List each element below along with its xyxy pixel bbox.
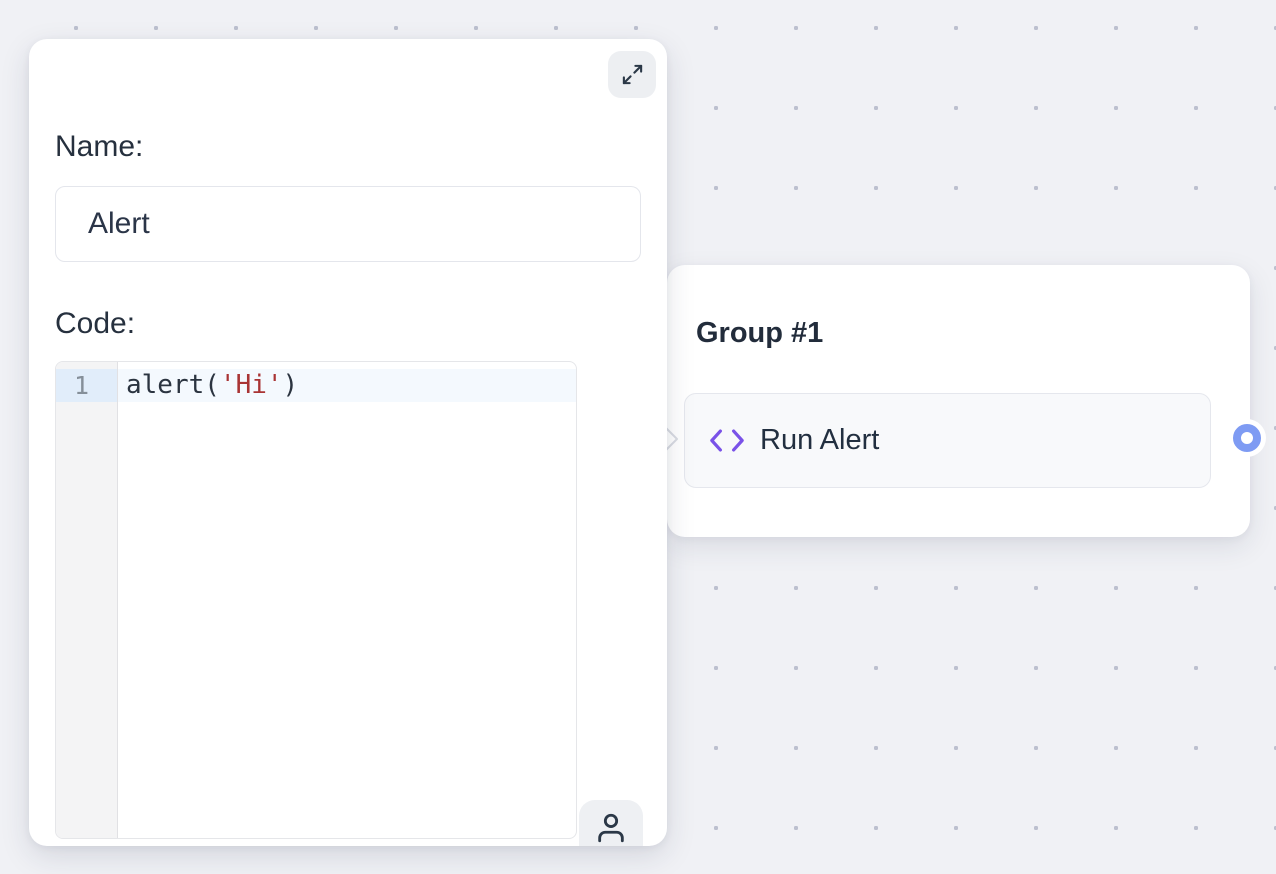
editor-gutter: 1 <box>56 362 118 838</box>
group-title: Group #1 <box>696 316 823 350</box>
code-token-function: alert( <box>126 370 220 400</box>
properties-panel: Name: Code: 1 alert('Hi') <box>29 39 667 846</box>
name-input[interactable] <box>55 186 641 262</box>
code-token-string: 'Hi' <box>220 370 283 400</box>
editor-code-area[interactable]: alert('Hi') <box>118 362 576 838</box>
code-line: alert('Hi') <box>118 369 576 402</box>
name-label: Name: <box>55 129 143 165</box>
code-label: Code: <box>55 306 135 342</box>
node-run-alert[interactable]: Run Alert <box>684 393 1211 488</box>
expand-button[interactable] <box>608 51 656 98</box>
group-node-card[interactable]: Group #1 Run Alert <box>667 265 1250 537</box>
code-editor[interactable]: 1 alert('Hi') <box>55 361 577 839</box>
line-number: 1 <box>56 369 117 402</box>
node-label: Run Alert <box>760 424 879 457</box>
code-icon <box>709 427 745 454</box>
flow-canvas[interactable]: Group #1 Run Alert <box>0 0 1276 874</box>
output-handle[interactable] <box>1233 424 1261 452</box>
user-button[interactable] <box>579 800 643 846</box>
user-icon <box>594 811 628 845</box>
maximize-icon <box>621 63 644 86</box>
code-token-close: ) <box>283 370 299 400</box>
